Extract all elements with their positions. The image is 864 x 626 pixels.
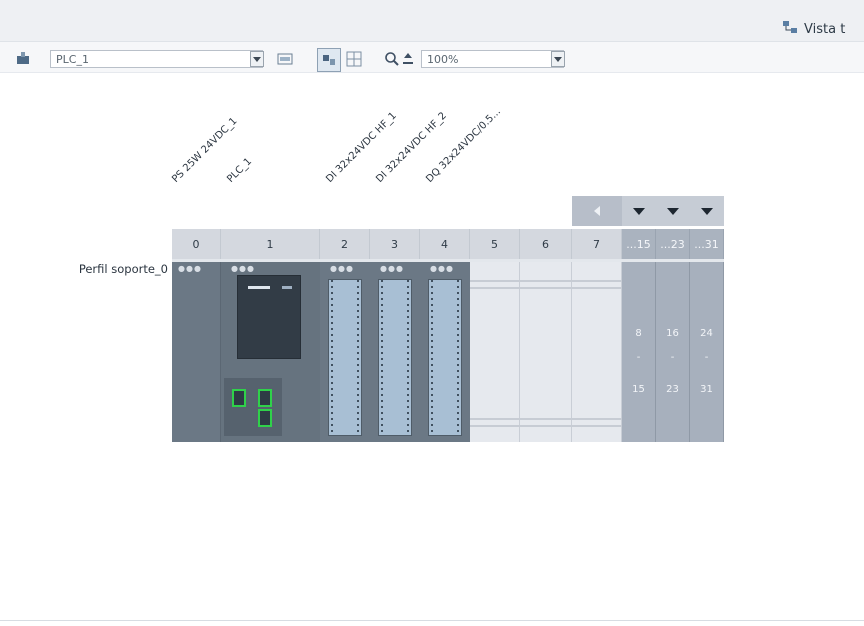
- device-view-icon[interactable]: [14, 49, 32, 67]
- slot-header-5: 5: [470, 229, 520, 259]
- expansion-to: 15: [632, 384, 645, 395]
- network-icon[interactable]: [317, 48, 341, 72]
- expansion-from: 8: [635, 328, 642, 339]
- zoom-slider-icon[interactable]: [401, 50, 415, 68]
- status-leds: ●●●: [231, 264, 255, 273]
- topology-view-icon: [782, 19, 798, 39]
- slot-header-16-23: ...23: [656, 229, 690, 259]
- slot-header-4: 4: [420, 229, 470, 259]
- expand-slots-24-31-button[interactable]: [690, 196, 724, 226]
- slot-header-7: 7: [572, 229, 622, 259]
- arrow-down-icon: [701, 207, 713, 215]
- topology-view-button[interactable]: Vista t: [782, 18, 845, 40]
- expansion-dash: -: [636, 352, 641, 363]
- device-select-value: PLC_1: [56, 52, 89, 66]
- status-leds: ●●●: [430, 264, 454, 273]
- ethernet-port-1[interactable]: [232, 389, 246, 407]
- rail-line-bottom-2: [470, 425, 622, 427]
- rail-line-top: [470, 280, 622, 282]
- io-channel-window: [378, 279, 412, 436]
- rack-name: Perfil soporte_0: [78, 262, 168, 276]
- device-select-dropdown-button[interactable]: [250, 51, 264, 67]
- empty-slot-6[interactable]: [520, 262, 572, 442]
- slot-header-0: 0: [172, 229, 221, 259]
- bottom-divider: [0, 620, 864, 621]
- empty-slot-5[interactable]: [470, 262, 520, 442]
- module-dq[interactable]: ●●●: [420, 262, 470, 442]
- cpu-indicator: [282, 286, 292, 289]
- io-channel-window: [428, 279, 462, 436]
- status-leds: ●●●: [380, 264, 404, 273]
- ethernet-port-3[interactable]: [258, 409, 272, 427]
- zoom-icon[interactable]: [383, 50, 401, 68]
- device-select[interactable]: PLC_1: [50, 50, 263, 68]
- cpu-display: [237, 275, 301, 359]
- expansion-to: 23: [666, 384, 679, 395]
- expansion-dash: -: [704, 352, 709, 363]
- expansion-slots-16-23[interactable]: 16 - 23: [656, 262, 690, 442]
- arrow-left-icon: [594, 206, 600, 216]
- arrow-down-icon: [633, 207, 645, 215]
- cpu-port-panel: [224, 378, 282, 436]
- grid-icon[interactable]: [345, 50, 363, 68]
- expansion-dash: -: [670, 352, 675, 363]
- scroll-left-button[interactable]: [572, 196, 622, 226]
- expansion-from: 16: [666, 328, 679, 339]
- slot-header-24-31: ...31: [690, 229, 724, 259]
- expansion-slots-8-15[interactable]: 8 - 15: [622, 262, 656, 442]
- module-power-supply[interactable]: ●●●: [172, 262, 221, 442]
- slot-header-3: 3: [370, 229, 420, 259]
- zoom-select-value: 100%: [427, 52, 459, 66]
- editor-title-bar: [0, 0, 864, 42]
- expand-slots-8-15-button[interactable]: [622, 196, 656, 226]
- expansion-from: 24: [700, 328, 713, 339]
- cpu-logo: [248, 286, 270, 289]
- rail-line-bottom: [470, 418, 622, 420]
- expansion-to: 31: [700, 384, 713, 395]
- arrow-down-icon: [667, 207, 679, 215]
- pair-icon[interactable]: [276, 50, 294, 68]
- ethernet-port-2[interactable]: [258, 389, 272, 407]
- zoom-dropdown-button[interactable]: [551, 51, 565, 67]
- empty-slot-7[interactable]: [572, 262, 622, 442]
- module-di-1[interactable]: ●●●: [320, 262, 370, 442]
- topology-view-label: Vista t: [804, 21, 846, 37]
- slot-header-8-15: ...15: [622, 229, 656, 259]
- io-channel-window: [328, 279, 362, 436]
- expansion-slots-24-31[interactable]: 24 - 31: [690, 262, 724, 442]
- status-leds: ●●●: [178, 264, 202, 273]
- slot-header-6: 6: [520, 229, 572, 259]
- zoom-select[interactable]: 100%: [421, 50, 564, 68]
- slot-header-1: 1: [221, 229, 320, 259]
- status-leds: ●●●: [330, 264, 354, 273]
- module-label-plc: PLC_1: [225, 156, 255, 185]
- expand-slots-16-23-button[interactable]: [656, 196, 690, 226]
- slot-header-2: 2: [320, 229, 370, 259]
- module-di-2[interactable]: ●●●: [370, 262, 420, 442]
- rail-line-top-2: [470, 287, 622, 289]
